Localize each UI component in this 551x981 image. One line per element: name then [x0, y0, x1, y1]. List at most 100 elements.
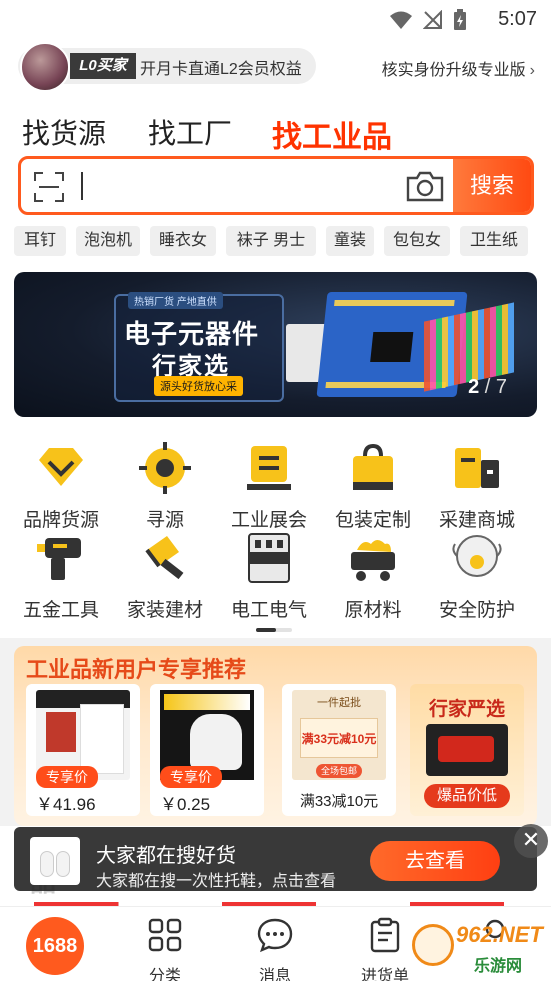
exclusive-price-tag: 专享价 [160, 766, 222, 788]
banner-total-pages: / 7 [484, 376, 507, 398]
hot-word-chip[interactable]: 包包女 [384, 226, 450, 256]
floating-subtitle: 大家都在搜一次性托鞋，点击查看 [96, 873, 337, 890]
hot-word-chip[interactable]: 泡泡机 [76, 226, 140, 256]
category-brand-goods[interactable]: 品牌货源 [6, 442, 116, 532]
category-label: 电工电气 [230, 600, 307, 621]
promo-coupon-card[interactable]: 一件起批 满33元减10元 全场包邮 满33减10元 [282, 684, 396, 816]
category-label: 安全防护 [438, 600, 515, 621]
target-icon [139, 442, 191, 494]
member-bar: L0买家 开月卡直通L2会员权益 核实身份升级专业版 › [0, 38, 551, 96]
coupon-top-text: 一件起批 [317, 697, 361, 709]
coupon-description: 满33减10元 [299, 793, 379, 810]
promo-product-card[interactable]: 专享价 ￥41.96 [26, 684, 140, 816]
banner-tag: 热销厂货 产地直供 [128, 292, 223, 309]
category-packaging[interactable]: 包装定制 [318, 442, 428, 532]
product-price: ￥41.96 [36, 795, 96, 814]
category-label: 原材料 [344, 600, 402, 621]
exclusive-price-tag: 专享价 [36, 766, 98, 788]
coupon-shipping-tag: 全场包邮 [316, 764, 362, 778]
category-label: 寻源 [145, 510, 184, 531]
clock: 5:07 [498, 8, 537, 30]
category-home-building[interactable]: 家装建材 [110, 532, 220, 622]
product-price: ￥0.25 [160, 795, 211, 814]
mask-icon [452, 535, 502, 577]
tab-find-goods[interactable]: 找货源 [22, 112, 106, 152]
scan-icon[interactable] [33, 171, 65, 203]
banner-current-page: 2 [468, 376, 480, 398]
category-grid: 品牌货源 寻源 工业展会 包装定制 采建商城 五金工具 家装建材 电工电气 原材… [0, 422, 551, 638]
clipboard-icon [370, 917, 400, 953]
drill-icon [37, 538, 81, 580]
floating-title: 大家都在搜好货 [96, 845, 236, 867]
category-pager [256, 628, 292, 632]
breaker-icon [248, 533, 290, 583]
source-tabs: 找货源 找工厂 找工业品 [0, 96, 551, 156]
banner-section: 热销厂货 产地直供 电子元器件 行家选 源头好货放心采 2 / 7 [0, 262, 551, 422]
brand-diamond-icon [39, 448, 83, 486]
floating-search-suggestion[interactable]: 大家都在搜好货 大家都在搜一次性托鞋，点击查看 去查看 [14, 827, 537, 891]
promo-title: 工业品新用户专享推荐 [26, 657, 247, 682]
tab-category[interactable]: 分类 [125, 917, 205, 981]
ore-cart-icon [351, 540, 395, 581]
camera-icon[interactable] [405, 169, 445, 203]
mall-icon [455, 448, 499, 488]
tab-find-factory[interactable]: 找工厂 [148, 112, 232, 152]
promo-product-card[interactable]: 专享价 ￥0.25 [150, 684, 264, 816]
expert-pick-card[interactable]: 行家严选 爆品价低 [410, 684, 524, 816]
watermark-subtext: 乐游网 [474, 958, 523, 975]
site-watermark: 962.NET 乐游网 [412, 918, 548, 978]
banner-page-indicator: 2 / 7 [468, 376, 507, 399]
search-button[interactable]: 搜索 [453, 159, 531, 212]
search-section: 搜索 [0, 156, 551, 216]
category-sourcing[interactable]: 寻源 [110, 442, 220, 532]
hot-word-chip[interactable]: 童装 [326, 226, 374, 256]
member-benefit-text[interactable]: 开月卡直通L2会员权益 [140, 55, 302, 79]
banner-subtitle: 源头好货放心采 [154, 376, 243, 396]
category-label: 包装定制 [334, 510, 411, 531]
category-electrical[interactable]: 电工电气 [214, 532, 324, 622]
watermark-logo-icon [412, 924, 454, 966]
category-exhibition[interactable]: 工业展会 [214, 442, 324, 532]
verify-upgrade-label: 核实身份升级专业版 [381, 62, 526, 79]
chevron-right-icon: › [529, 62, 535, 79]
close-icon[interactable]: ✕ [514, 824, 548, 858]
category-label: 采建商城 [438, 510, 515, 531]
toolbox-image [426, 724, 508, 776]
status-bar: 5:07 [0, 0, 551, 38]
category-safety[interactable]: 安全防护 [422, 532, 532, 622]
no-signal-icon [423, 10, 442, 29]
hot-search-words: 耳钉 泡泡机 睡衣女 袜子 男士 童装 包包女 卫生纸 [0, 216, 551, 262]
go-view-button[interactable]: 去查看 [370, 841, 500, 881]
slipper-thumbnail [30, 837, 80, 885]
tab-label: 消息 [258, 968, 291, 981]
text-cursor [81, 172, 83, 200]
chat-bubble-icon [257, 918, 293, 953]
hot-word-chip[interactable]: 睡衣女 [150, 226, 216, 256]
bag-icon [353, 443, 393, 490]
search-box[interactable]: 搜索 [18, 156, 534, 215]
hot-word-chip[interactable]: 袜子 男士 [226, 226, 316, 256]
tab-messages[interactable]: 消息 [235, 917, 315, 981]
member-level-badge: L0买家 [70, 53, 136, 79]
hot-low-price-button[interactable]: 爆品价低 [424, 784, 510, 808]
category-mall[interactable]: 采建商城 [422, 442, 532, 532]
hot-word-chip[interactable]: 卫生纸 [460, 226, 528, 256]
avatar[interactable] [20, 42, 70, 92]
promo-banner[interactable]: 热销厂货 产地直供 电子元器件 行家选 源头好货放心采 2 / 7 [14, 272, 537, 417]
hot-word-chip[interactable]: 耳钉 [14, 226, 66, 256]
category-raw-materials[interactable]: 原材料 [318, 532, 428, 622]
exhibition-icon [247, 446, 291, 490]
status-icons [389, 9, 467, 31]
category-hardware[interactable]: 五金工具 [6, 532, 116, 622]
new-user-promo: 工业品新用户专享推荐 专享价 ￥41.96 专享价 ￥0.25 一件起批 满33… [14, 646, 537, 826]
pager-active-dot [256, 628, 276, 632]
brush-icon [145, 536, 184, 580]
battery-charging-icon [454, 9, 466, 30]
tab-home-logo[interactable]: 1688 [26, 917, 84, 975]
coupon-amount: 满33元减10元 [300, 718, 378, 758]
category-label: 品牌货源 [22, 510, 99, 531]
verify-upgrade-link[interactable]: 核实身份升级专业版 › [382, 56, 535, 80]
category-label: 家装建材 [126, 600, 203, 621]
category-label: 五金工具 [22, 600, 99, 621]
tab-find-industrial[interactable]: 找工业品 [272, 112, 392, 156]
